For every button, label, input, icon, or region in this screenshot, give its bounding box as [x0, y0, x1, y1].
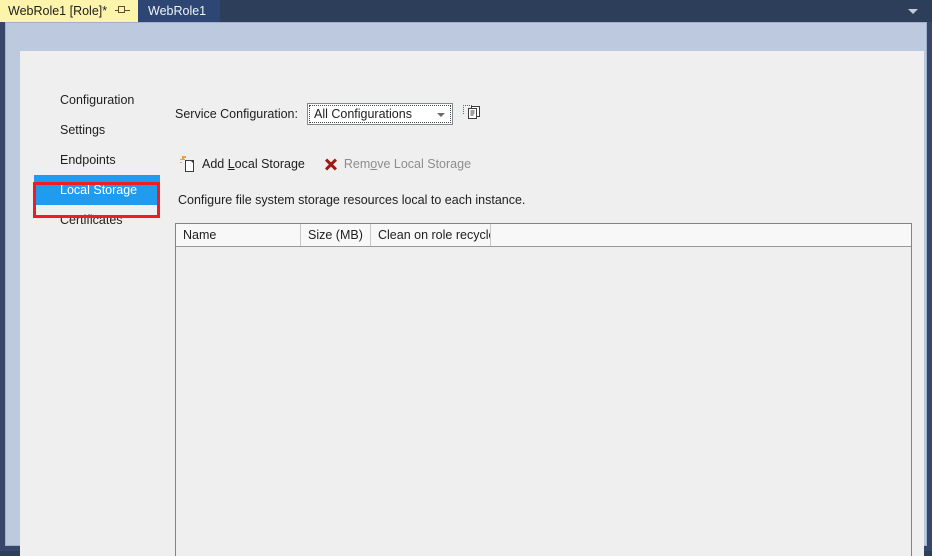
document-tab-title: WebRole1 — [148, 4, 207, 18]
sidebar-item-label: Local Storage — [60, 183, 138, 197]
column-header-name[interactable]: Name — [176, 224, 301, 246]
sidebar-item-endpoints[interactable]: Endpoints — [34, 145, 160, 175]
column-header-filler — [491, 224, 911, 246]
delete-x-icon — [323, 156, 339, 172]
chevron-down-icon[interactable] — [900, 0, 926, 22]
local-storage-description: Configure file system storage resources … — [178, 193, 526, 207]
document-tab-webrole1[interactable]: WebRole1 — [138, 0, 221, 22]
copy-pages-glyph — [467, 106, 480, 119]
add-local-storage-button[interactable]: Add Local Storage — [180, 154, 305, 174]
copy-configuration-icon[interactable] — [462, 103, 486, 125]
document-tab-strip: WebRole1 [Role]* WebRole1 — [0, 0, 932, 22]
grid-header-row: Name Size (MB) Clean on role recycle — [176, 224, 911, 247]
remove-local-storage-label: Remove Local Storage — [343, 157, 472, 171]
pin-icon[interactable] — [115, 3, 131, 19]
column-header-clean-on-role-recycle[interactable]: Clean on role recycle — [371, 224, 491, 246]
role-designer-content-pane: Configuration Settings Endpoints Local S… — [20, 51, 924, 556]
sidebar-item-settings[interactable]: Settings — [34, 115, 160, 145]
sidebar-item-label: Configuration — [60, 93, 135, 107]
editor-frame: Configuration Settings Endpoints Local S… — [5, 22, 927, 556]
local-storage-grid[interactable]: Name Size (MB) Clean on role recycle — [175, 223, 912, 556]
sidebar-item-label: Settings — [60, 123, 106, 137]
add-local-storage-label: Add Local Storage — [202, 157, 305, 171]
document-tab-title: WebRole1 [Role]* — [8, 4, 108, 18]
grid-body-empty[interactable] — [176, 247, 911, 556]
chevron-down-icon — [436, 113, 445, 117]
sidebar-item-configuration[interactable]: Configuration — [34, 85, 160, 115]
add-page-icon — [180, 155, 197, 173]
column-header-size-mb[interactable]: Size (MB) — [301, 224, 371, 246]
visual-studio-role-designer-window: WebRole1 [Role]* WebRole1 Configuration … — [0, 0, 932, 556]
chevron-down-glyph — [908, 8, 918, 14]
sidebar-item-certificates[interactable]: Certificates — [34, 205, 160, 235]
sidebar-item-label: Certificates — [60, 213, 123, 227]
service-configuration-label: Service Configuration: — [175, 107, 298, 121]
service-configuration-value: All Configurations — [313, 107, 412, 121]
service-configuration-dropdown[interactable]: All Configurations — [306, 103, 453, 125]
local-storage-command-bar: Add Local Storage Remove Local Storage — [180, 154, 471, 174]
document-tab-webrole1-role[interactable]: WebRole1 [Role]* — [0, 0, 158, 22]
remove-local-storage-button[interactable]: Remove Local Storage — [305, 154, 471, 174]
sidebar-item-local-storage[interactable]: Local Storage — [34, 175, 160, 205]
role-properties-nav-list: Configuration Settings Endpoints Local S… — [34, 85, 160, 235]
service-configuration-row: Service Configuration: All Configuration… — [175, 103, 486, 125]
sidebar-item-label: Endpoints — [60, 153, 116, 167]
